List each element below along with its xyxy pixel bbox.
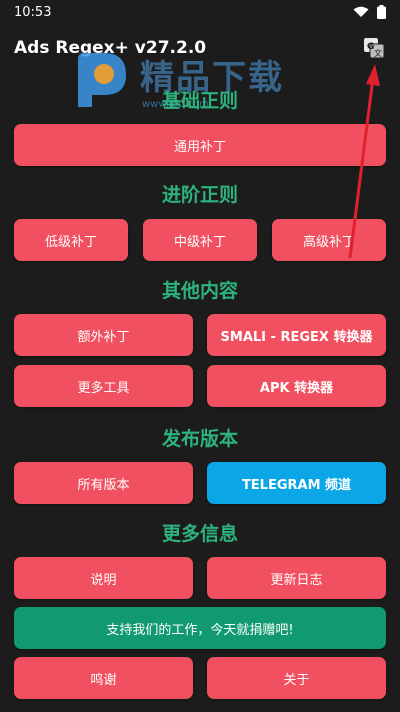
wifi-icon [353, 6, 369, 17]
section-advanced-regex: 进阶正则 [161, 184, 238, 206]
section-basic-regex: 基础正则 [161, 90, 238, 112]
app-bar: Ads Regex+ v27.2.0 G 文 [0, 24, 400, 72]
manual-button[interactable]: 说明 [14, 557, 193, 599]
smali-regex-converter-button[interactable]: SMALI - REGEX 转换器 [207, 314, 386, 356]
apk-converter-button[interactable]: APK 转换器 [207, 365, 386, 407]
status-time: 10:53 [14, 4, 52, 20]
section-other-content: 其他内容 [161, 280, 238, 302]
extra-patch-button[interactable]: 额外补丁 [14, 314, 193, 356]
section-more-info: 更多信息 [161, 523, 238, 545]
changelog-button[interactable]: 更新日志 [207, 557, 386, 599]
low-patch-button[interactable]: 低级补丁 [14, 219, 128, 261]
about-button[interactable]: 关于 [207, 657, 386, 699]
mid-patch-button[interactable]: 中级补丁 [143, 219, 257, 261]
high-patch-button[interactable]: 高级补丁 [272, 219, 386, 261]
status-icons [353, 5, 386, 19]
all-versions-button[interactable]: 所有版本 [14, 462, 193, 504]
donate-button[interactable]: 支持我们的工作，今天就捐赠吧! [14, 607, 386, 649]
thanks-button[interactable]: 鸣谢 [14, 657, 193, 699]
translate-icon[interactable]: G 文 [362, 36, 386, 60]
section-release: 发布版本 [161, 428, 238, 450]
generic-patch-button[interactable]: 通用补丁 [14, 124, 386, 166]
telegram-channel-button[interactable]: TELEGRAM 频道 [207, 462, 386, 504]
app-title: Ads Regex+ v27.2.0 [14, 38, 207, 58]
battery-icon [377, 5, 386, 19]
svg-text:文: 文 [374, 48, 382, 58]
status-bar: 10:53 [0, 0, 400, 24]
more-tools-button[interactable]: 更多工具 [14, 365, 193, 407]
